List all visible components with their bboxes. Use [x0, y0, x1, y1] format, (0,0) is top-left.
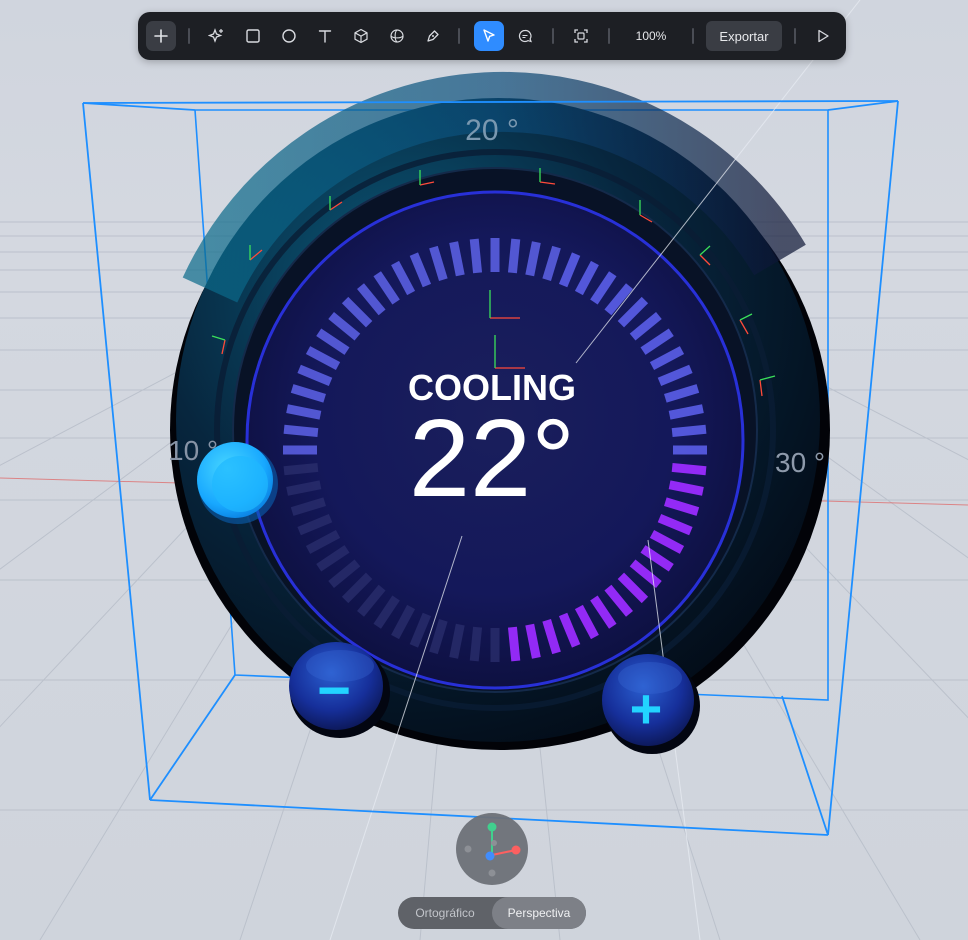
orthographic-option[interactable]: Ortográfico — [398, 897, 492, 929]
sphere-tool-button[interactable] — [382, 21, 412, 51]
x-axis-handle — [511, 845, 521, 855]
dial-tick — [283, 462, 319, 476]
ai-sparkle-icon — [208, 28, 223, 43]
pen-icon — [427, 30, 439, 42]
ellipse-icon — [282, 29, 296, 43]
dial-tick — [469, 238, 483, 274]
plus-icon: + — [630, 677, 663, 740]
dial-tick — [671, 424, 707, 438]
rectangle-icon — [246, 29, 260, 43]
dial-tick — [507, 626, 521, 662]
dial-tick — [283, 424, 319, 438]
sphere-icon — [390, 29, 404, 43]
minus-icon: − — [317, 658, 351, 723]
dial-tick — [507, 238, 521, 274]
viewport-canvas[interactable]: 20 ° 10 ° 30 ° COOLING 22° − + 100% Expo… — [0, 0, 968, 940]
zoom-level[interactable]: 100% — [626, 21, 676, 51]
pointer-icon — [483, 29, 495, 42]
dial-tick — [469, 626, 483, 662]
comment-tool-button[interactable] — [510, 21, 540, 51]
projection-toggle: Ortográfico Perspectiva — [398, 897, 586, 929]
dial-tick — [671, 462, 707, 476]
plus-icon — [154, 29, 168, 43]
select-tool-button[interactable] — [474, 21, 504, 51]
cube-tool-button[interactable] — [346, 21, 376, 51]
main-toolbar: 100% Exportar — [138, 12, 846, 60]
play-button[interactable] — [808, 21, 838, 51]
orientation-gizmo[interactable] — [456, 813, 528, 885]
z-axis-handle — [485, 851, 495, 861]
pen-tool-button[interactable] — [418, 21, 448, 51]
export-button[interactable]: Exportar — [706, 21, 782, 51]
scale-max-label: 30 ° — [775, 447, 825, 478]
text-icon — [318, 30, 332, 43]
play-icon — [818, 29, 829, 43]
ai-tool-button[interactable] — [202, 21, 232, 51]
frame-icon — [574, 29, 588, 43]
cube-icon — [354, 28, 368, 44]
rectangle-tool-button[interactable] — [238, 21, 268, 51]
comment-icon — [518, 29, 532, 43]
add-button[interactable] — [146, 21, 176, 51]
ellipse-tool-button[interactable] — [274, 21, 304, 51]
text-tool-button[interactable] — [310, 21, 340, 51]
y-axis-handle — [487, 822, 497, 832]
scale-mid-label: 20 ° — [465, 114, 519, 147]
temperature-readout: 22° — [409, 397, 575, 520]
frame-button[interactable] — [566, 21, 596, 51]
perspective-option[interactable]: Perspectiva — [492, 897, 586, 929]
